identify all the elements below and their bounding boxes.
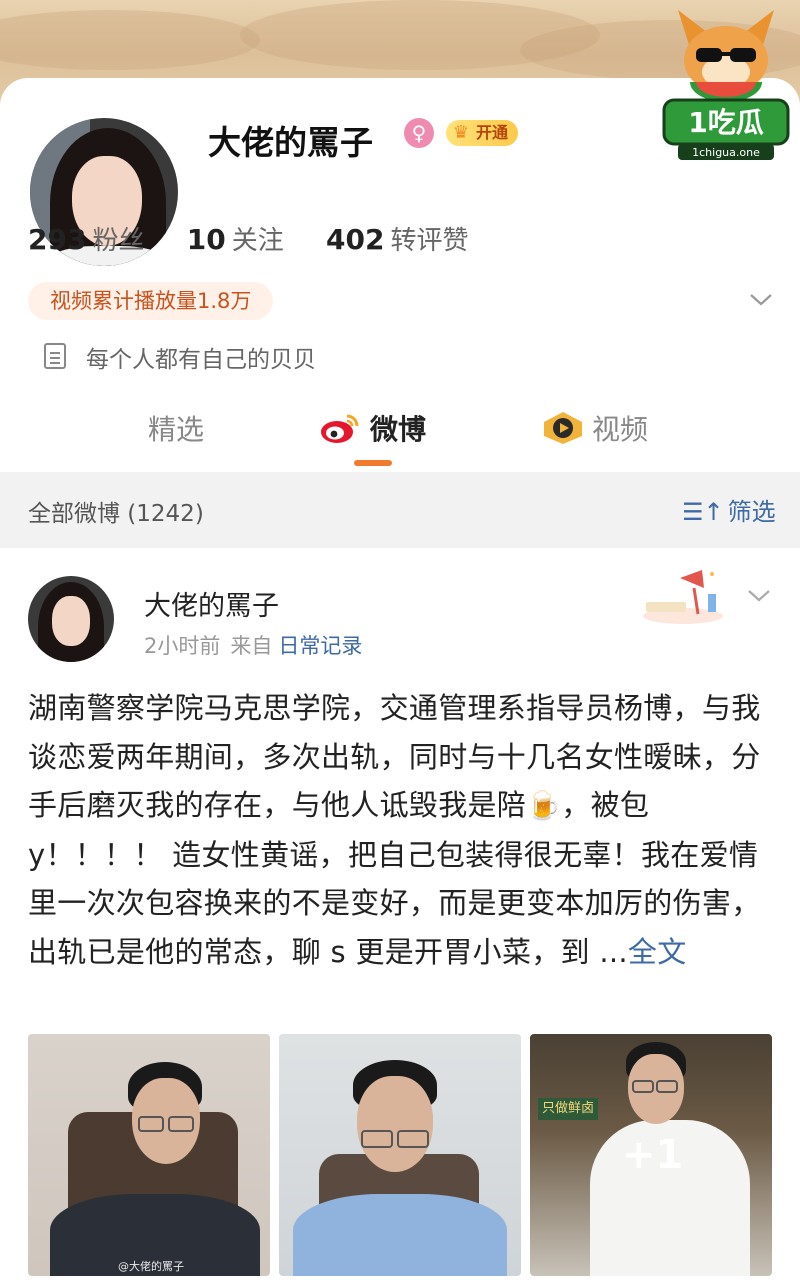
image-watermark: @大佬的罵子	[118, 1260, 184, 1273]
post-from-label: 来自	[230, 634, 273, 658]
video-plays-badge[interactable]: 视频累计播放量1.8万	[28, 282, 274, 320]
stat-label: 粉丝	[92, 226, 145, 256]
active-tab-indicator	[354, 460, 392, 466]
post-image-1[interactable]: @大佬的罵子	[28, 1034, 270, 1276]
female-icon: ♀	[404, 118, 434, 148]
video-icon	[544, 412, 582, 444]
stat-followers[interactable]: 293 粉丝	[28, 220, 144, 257]
post-time: 2小时前	[144, 634, 221, 658]
post-source[interactable]: 日常记录	[278, 634, 362, 658]
sort-filter-icon: ☰↑	[682, 498, 724, 526]
profile-tabs: 精选 微博 视频	[0, 400, 800, 470]
brand-logo-text: 1吃瓜	[688, 106, 763, 139]
post-text: 湖南警察学院马克思学院，交通管理系指导员杨博，与我谈恋爱两年期间，多次出轨，同时…	[28, 684, 772, 976]
feed-count-label: 全部微博 (1242)	[28, 501, 204, 527]
1chigua-logo: 1吃瓜 1chigua.one	[662, 10, 790, 160]
post-text-part1: 湖南警察学院马克思学院，交通管理系指导员杨博，与我谈恋爱两年期间，多次出轨，同时…	[28, 691, 761, 822]
profile-username: 大佬的罵子	[208, 123, 373, 162]
post-image-3[interactable]: 只做鲜卤 +1	[530, 1034, 772, 1276]
post-meta: 2小时前 来自 日常记录	[144, 630, 362, 660]
filter-button-label: 筛选	[727, 498, 776, 526]
vip-label: 开通	[476, 123, 509, 142]
post-image-2[interactable]	[279, 1034, 521, 1276]
weibo-post: 大佬的罵子 2小时前 来自 日常记录 湖南警察学院马克思学院，交通管理系指导员杨博，…	[0, 550, 800, 1280]
document-icon	[44, 343, 66, 369]
vip-open-button[interactable]: ♛ 开通	[446, 120, 519, 146]
stat-value: 293	[28, 223, 87, 256]
profile-stats: 293 粉丝 10 关注 402 转评赞	[28, 220, 502, 257]
stat-label: 转评赞	[390, 226, 469, 256]
brand-logo-domain: 1chigua.one	[692, 146, 760, 159]
post-author[interactable]: 大佬的罵子	[144, 584, 279, 623]
tab-featured[interactable]: 精选	[148, 408, 204, 448]
read-more-link[interactable]: 全文	[628, 935, 687, 969]
chevron-down-icon[interactable]	[748, 286, 774, 312]
stat-interactions[interactable]: 402 转评赞	[326, 220, 468, 257]
post-avatar[interactable]	[28, 576, 114, 662]
tab-video[interactable]: 视频	[592, 408, 648, 448]
beer-emoji-icon: 🍺	[526, 789, 562, 822]
weibo-icon	[321, 414, 359, 443]
tab-weibo[interactable]: 微博	[370, 408, 426, 448]
stat-label: 关注	[231, 226, 284, 256]
stat-following[interactable]: 10 关注	[187, 220, 284, 257]
profile-bio: 每个人都有自己的贝贝	[86, 347, 316, 373]
chevron-down-icon[interactable]	[746, 582, 772, 614]
shop-sign: 只做鲜卤	[538, 1098, 598, 1120]
filter-button[interactable]: ☰↑ 筛选	[682, 492, 776, 527]
stat-value: 402	[325, 223, 385, 256]
feed-filter-bar: 全部微博 (1242) ☰↑ 筛选	[0, 472, 800, 548]
crown-icon: ♛	[452, 122, 470, 143]
desk-lamp-sticker-icon	[643, 570, 723, 624]
more-images-count: +1	[622, 1132, 684, 1178]
stat-value: 10	[186, 223, 226, 256]
